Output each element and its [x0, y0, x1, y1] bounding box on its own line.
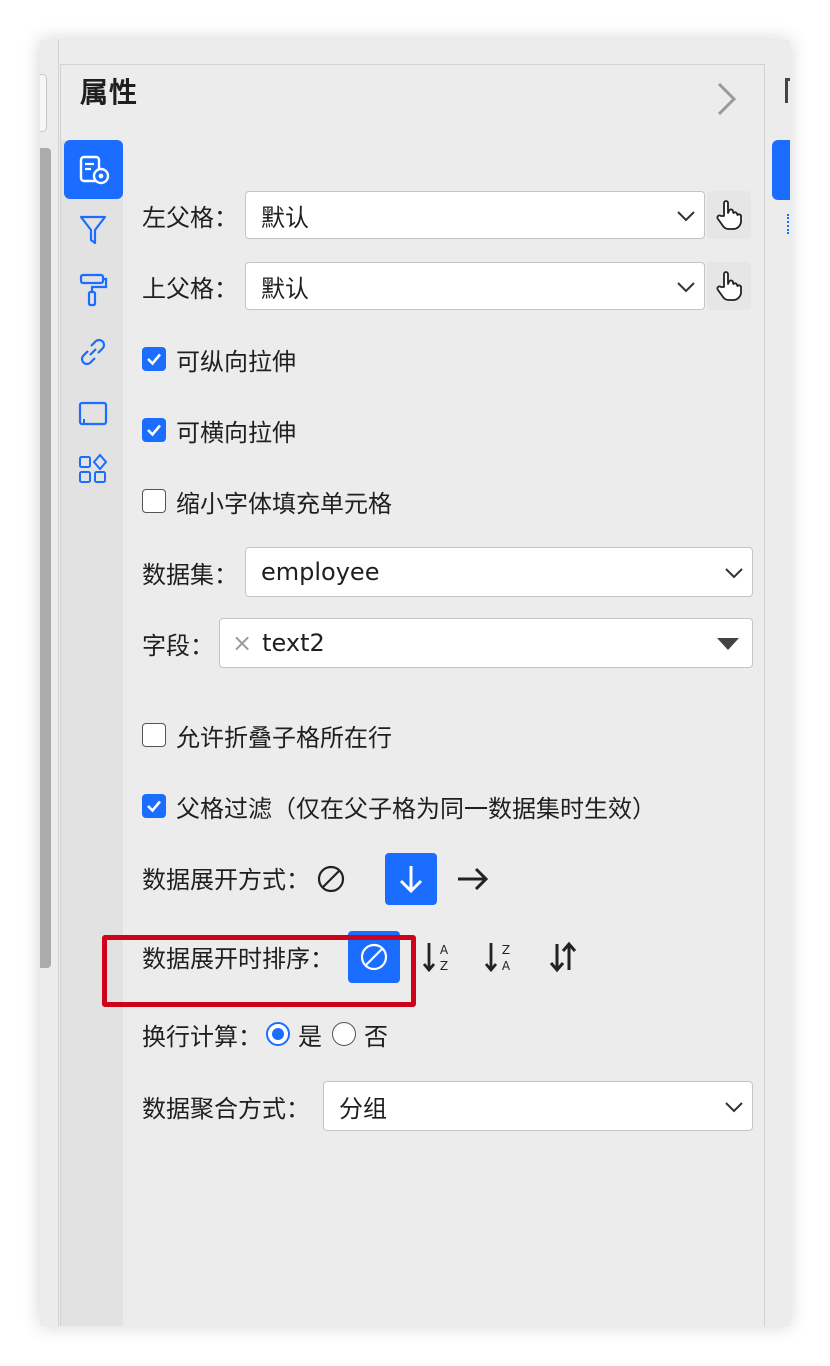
paint-roller-icon — [79, 273, 108, 307]
allow-fold-checkbox[interactable] — [142, 723, 166, 747]
wrap-calc-no-radio[interactable] — [332, 1022, 356, 1046]
expand-mode-label: 数据展开方式： — [142, 865, 310, 894]
remove-field-icon[interactable]: × — [232, 629, 252, 657]
wrap-calc-yes-radio[interactable] — [266, 1022, 290, 1046]
left-parent-select[interactable]: 默认 — [245, 191, 705, 239]
expand-sort-label: 数据展开时排序： — [142, 944, 334, 973]
svg-text:Z: Z — [502, 943, 510, 957]
rail-cell-props-button[interactable] — [64, 140, 123, 199]
aggregation-value: 分组 — [339, 1094, 387, 1123]
left-panel-tab[interactable] — [40, 74, 47, 132]
collapse-panel-button[interactable] — [711, 79, 741, 119]
rail-widgets-button[interactable] — [64, 442, 122, 498]
field-value: text2 — [262, 629, 325, 657]
right-panel-active-tab[interactable] — [772, 140, 790, 200]
top-parent-value: 默认 — [261, 274, 309, 303]
cell-props-icon — [79, 155, 109, 184]
right-panel-title-fragment — [785, 78, 790, 103]
no-symbol-icon — [317, 865, 345, 893]
wrap-calc-label: 换行计算： — [142, 1022, 262, 1051]
app-window: 属性 左父格： 默认 上父格： 默认 可纵向拉伸 可横向拉伸 缩小字体填充单元格… — [40, 40, 790, 1326]
left-parent-value: 默认 — [261, 203, 309, 232]
rail-frame-button[interactable] — [64, 386, 122, 442]
left-parent-label: 左父格： — [142, 203, 238, 232]
top-parent-select[interactable]: 默认 — [245, 262, 705, 310]
properties-panel: 属性 左父格： 默认 上父格： 默认 可纵向拉伸 可横向拉伸 缩小字体填充单元格… — [60, 64, 764, 1326]
top-parent-pick-button[interactable] — [707, 262, 751, 310]
vertical-stretch-checkbox[interactable] — [142, 347, 166, 371]
pointer-hand-icon — [716, 200, 742, 230]
parent-filter-row[interactable]: 父格过滤（仅在父子格为同一数据集时生效） — [142, 791, 656, 823]
wrap-calc-yes-label[interactable]: 是 — [298, 1017, 322, 1052]
left-parent-pick-button[interactable] — [707, 191, 751, 239]
icon-rail — [61, 140, 123, 1326]
sort-none-button[interactable] — [348, 931, 400, 983]
shrink-font-label: 缩小字体填充单元格 — [176, 489, 392, 518]
sort-asc-button[interactable]: A Z — [413, 931, 465, 983]
widgets-icon — [79, 453, 108, 483]
chevron-down-icon — [677, 211, 695, 222]
link-icon — [80, 338, 106, 366]
allow-fold-label: 允许折叠子格所在行 — [176, 723, 392, 752]
right-panel — [764, 64, 790, 1326]
expand-vertical-button[interactable] — [385, 853, 437, 905]
aggregation-label: 数据聚合方式： — [142, 1094, 310, 1123]
field-select[interactable]: × text2 — [219, 618, 753, 668]
svg-text:A: A — [440, 943, 449, 957]
vertical-stretch-label: 可纵向拉伸 — [176, 347, 296, 376]
left-panel-scrollbar[interactable] — [40, 148, 51, 968]
rail-filter-button[interactable] — [64, 202, 122, 258]
chevron-down-icon — [725, 1102, 743, 1113]
svg-text:A: A — [502, 959, 511, 973]
aggregation-select[interactable]: 分组 — [323, 1081, 753, 1131]
parent-filter-label: 父格过滤（仅在父子格为同一数据集时生效） — [176, 794, 656, 823]
expand-none-button[interactable] — [305, 853, 357, 905]
check-icon — [147, 424, 161, 437]
left-panel — [40, 40, 59, 1326]
horizontal-stretch-row[interactable]: 可横向拉伸 — [142, 415, 296, 447]
rail-style-button[interactable] — [64, 262, 122, 318]
properties-content: 左父格： 默认 上父格： 默认 可纵向拉伸 可横向拉伸 缩小字体填充单元格 数据… — [123, 140, 764, 1326]
chevron-right-icon — [717, 82, 737, 116]
check-icon — [147, 353, 161, 366]
vertical-stretch-row[interactable]: 可纵向拉伸 — [142, 344, 296, 376]
pointer-hand-icon — [716, 271, 742, 301]
allow-fold-row[interactable]: 允许折叠子格所在行 — [142, 720, 392, 752]
dataset-select[interactable]: employee — [245, 547, 753, 597]
field-label: 字段： — [142, 631, 214, 660]
sort-updown-icon — [549, 941, 577, 973]
top-parent-label: 上父格： — [142, 274, 238, 303]
horizontal-stretch-checkbox[interactable] — [142, 418, 166, 442]
dataset-value: employee — [261, 558, 380, 586]
check-icon — [147, 800, 161, 813]
rail-link-button[interactable] — [64, 324, 122, 380]
panel-title: 属性 — [80, 76, 139, 109]
arrow-down-icon — [399, 866, 423, 894]
chevron-down-icon — [677, 282, 695, 293]
caret-down-icon — [717, 638, 739, 650]
sort-custom-button[interactable] — [537, 931, 589, 983]
sort-az-icon: A Z — [422, 943, 449, 973]
frame-icon — [78, 401, 108, 426]
chevron-down-icon — [725, 568, 743, 579]
filter-icon — [79, 215, 107, 245]
no-symbol-icon — [360, 943, 388, 971]
sort-desc-button[interactable]: Z A — [475, 931, 527, 983]
wrap-calc-row: 换行计算： 是 否 — [142, 1017, 388, 1052]
right-panel-icon-fragment[interactable] — [787, 214, 790, 234]
wrap-calc-no-label[interactable]: 否 — [364, 1017, 388, 1052]
horizontal-stretch-label: 可横向拉伸 — [176, 418, 296, 447]
shrink-font-checkbox[interactable] — [142, 489, 166, 513]
parent-filter-checkbox[interactable] — [142, 794, 166, 818]
shrink-font-row[interactable]: 缩小字体填充单元格 — [142, 486, 392, 518]
expand-horizontal-button[interactable] — [447, 853, 499, 905]
dataset-label: 数据集： — [142, 560, 238, 589]
sort-za-icon: Z A — [484, 943, 511, 973]
svg-text:Z: Z — [440, 959, 448, 973]
arrow-right-icon — [458, 867, 489, 891]
